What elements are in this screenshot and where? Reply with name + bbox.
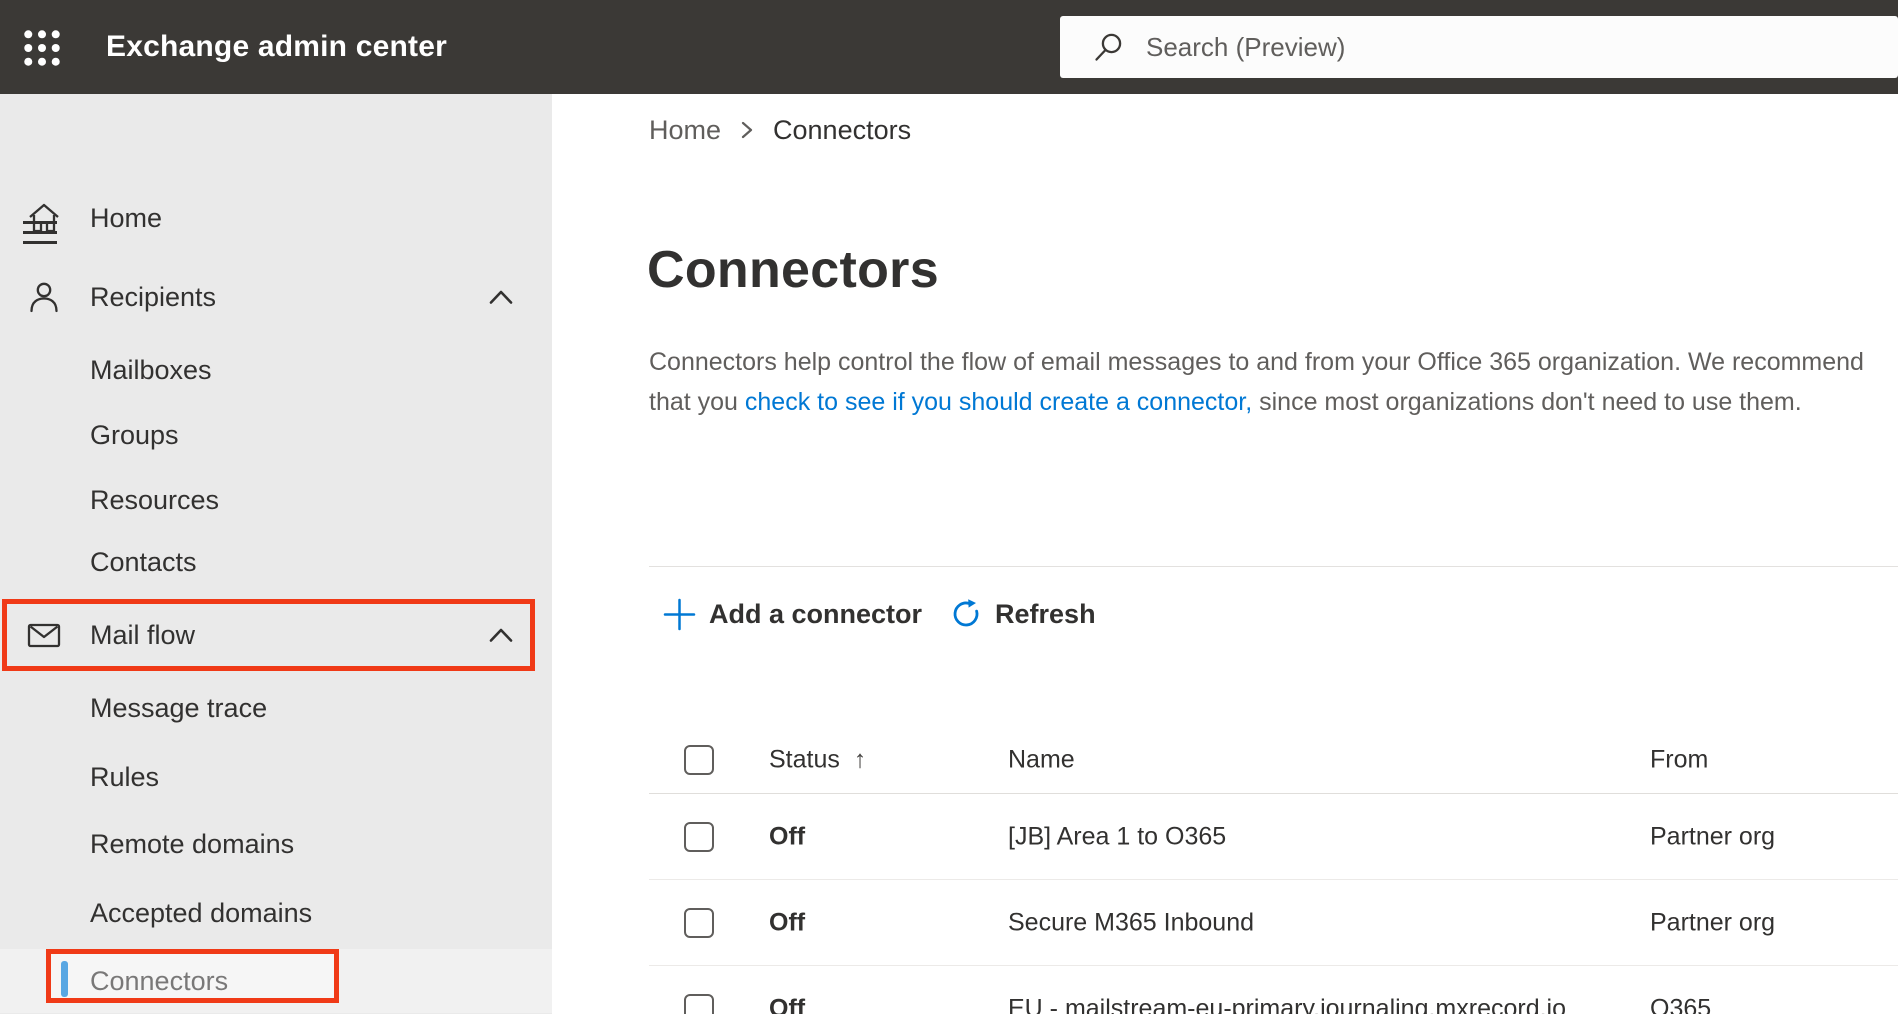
home-icon (29, 203, 59, 233)
sidebar-item-mailboxes[interactable]: Mailboxes (0, 338, 552, 402)
sidebar-item-accepted-domains[interactable]: Accepted domains (0, 881, 552, 945)
chevron-up-icon (489, 290, 513, 304)
sidebar-item-remote-domains[interactable]: Remote domains (0, 812, 552, 876)
sidebar-item-mail-flow[interactable]: Mail flow (0, 603, 552, 667)
row-from: Partner org (1650, 908, 1776, 936)
row-checkbox[interactable] (684, 907, 714, 938)
description-text-after: since most organizations don't need to u… (1252, 388, 1802, 416)
sidebar-item-connectors[interactable]: Connectors (0, 949, 552, 1013)
breadcrumb: Home Connectors (649, 112, 911, 148)
create-connector-check-link[interactable]: check to see if you should create a conn… (745, 388, 1252, 416)
search-box (1060, 16, 1898, 78)
main-content: Home Connectors Connectors Connectors he… (552, 94, 1898, 1014)
row-status: Off (769, 822, 806, 850)
breadcrumb-current: Connectors (773, 114, 912, 145)
topbar: Exchange admin center (0, 0, 1898, 94)
column-header-status[interactable]: Status (769, 745, 840, 774)
row-from: Partner org (1650, 822, 1776, 850)
breadcrumb-home-link[interactable]: Home (649, 115, 721, 146)
row-name: Secure M365 Inbound (1008, 908, 1255, 936)
chevron-up-icon (489, 628, 513, 642)
exchange-admin-center: Exchange admin center Home Reci (0, 0, 1898, 1014)
page-description: Connectors help control the flow of emai… (649, 342, 1881, 422)
chevron-right-icon (741, 121, 753, 139)
app-launcher-button[interactable] (16, 22, 68, 74)
refresh-button[interactable]: Refresh (950, 598, 1096, 630)
selected-indicator (61, 961, 68, 997)
command-bar: Add a connector Refresh (663, 590, 1096, 638)
sidebar-item-rules[interactable]: Rules (0, 745, 552, 809)
select-all-checkbox[interactable] (684, 744, 714, 775)
sidebar-item-recipients[interactable]: Recipients (0, 265, 552, 329)
mail-icon (27, 623, 61, 648)
row-name: [JB] Area 1 to O365 (1008, 822, 1227, 850)
sidebar-item-contacts[interactable]: Contacts (0, 530, 552, 594)
table-row[interactable]: Off Secure M365 Inbound Partner org (649, 880, 1898, 966)
plus-icon (663, 598, 696, 630)
row-name: EU - mailstream-eu-primary.journaling.mx… (1008, 994, 1567, 1014)
add-connector-button[interactable]: Add a connector (663, 598, 922, 631)
table-row[interactable]: Off EU - mailstream-eu-primary.journalin… (649, 966, 1898, 1014)
sidebar-item-resources[interactable]: Resources (0, 468, 552, 532)
sidebar-nav: Home Recipients Mailboxes Groups Resourc… (0, 94, 552, 1014)
column-header-from[interactable]: From (1650, 745, 1708, 774)
toolbar-divider (649, 566, 1898, 567)
sort-ascending-icon[interactable]: ↑ (854, 745, 867, 774)
sidebar-item-home[interactable]: Home (0, 186, 552, 250)
table-row[interactable]: Off [JB] Area 1 to O365 Partner org (649, 794, 1898, 880)
page-title: Connectors (647, 241, 939, 299)
row-from: O365 (1650, 994, 1712, 1014)
app-title: Exchange admin center (106, 30, 447, 63)
sidebar-item-message-trace[interactable]: Message trace (0, 676, 552, 740)
sidebar-item-groups[interactable]: Groups (0, 403, 552, 467)
column-header-name[interactable]: Name (1008, 745, 1075, 774)
person-icon (30, 282, 58, 313)
app-launcher-icon (24, 30, 60, 66)
refresh-icon (953, 599, 979, 627)
table-header: Status ↑ Name From (649, 726, 1898, 794)
row-status: Off (769, 994, 806, 1014)
row-checkbox[interactable] (684, 993, 714, 1014)
search-input[interactable] (1060, 16, 1898, 78)
row-checkbox[interactable] (684, 821, 714, 852)
row-status: Off (769, 908, 806, 936)
